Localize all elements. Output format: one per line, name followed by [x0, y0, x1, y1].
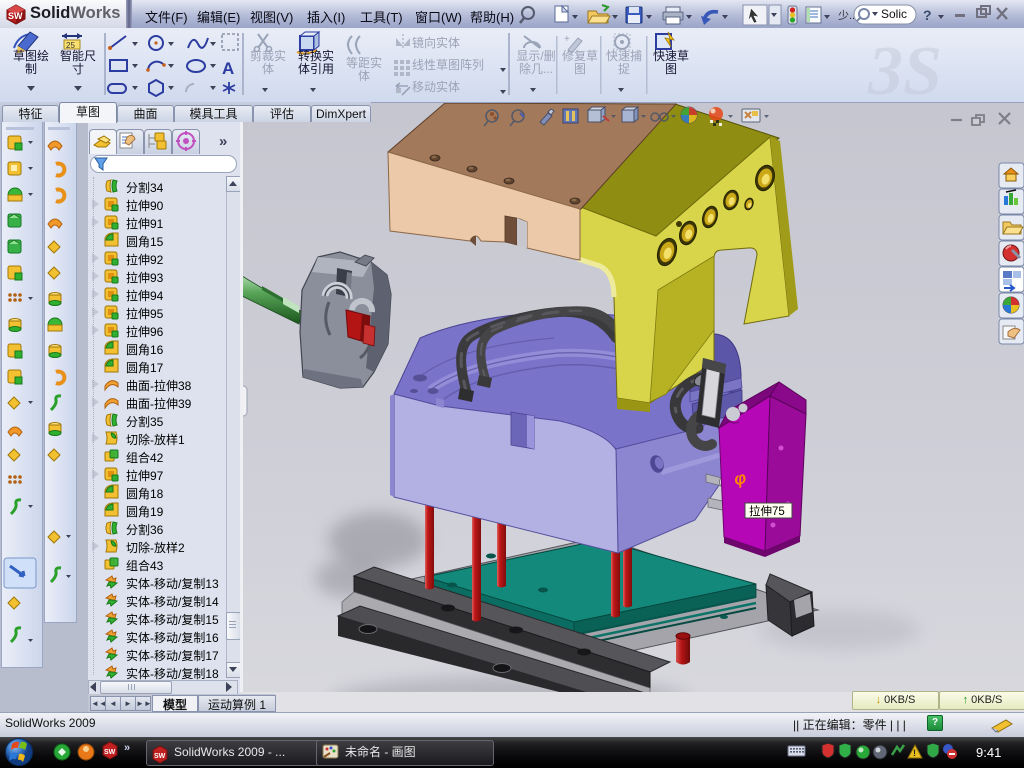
svg-text:Solic: Solic	[881, 7, 907, 21]
svg-text:+: +	[564, 34, 570, 45]
svg-text:拉伸75: 拉伸75	[749, 504, 785, 518]
svg-text:SW: SW	[104, 749, 116, 756]
svg-text:?: ?	[923, 7, 932, 23]
svg-text:SW: SW	[154, 753, 166, 760]
svg-text:A: A	[222, 59, 234, 78]
svg-text:»: »	[124, 742, 130, 754]
svg-text:少..: 少..	[838, 9, 855, 22]
svg-text:!: !	[913, 748, 916, 758]
svg-text:SW: SW	[8, 11, 23, 21]
